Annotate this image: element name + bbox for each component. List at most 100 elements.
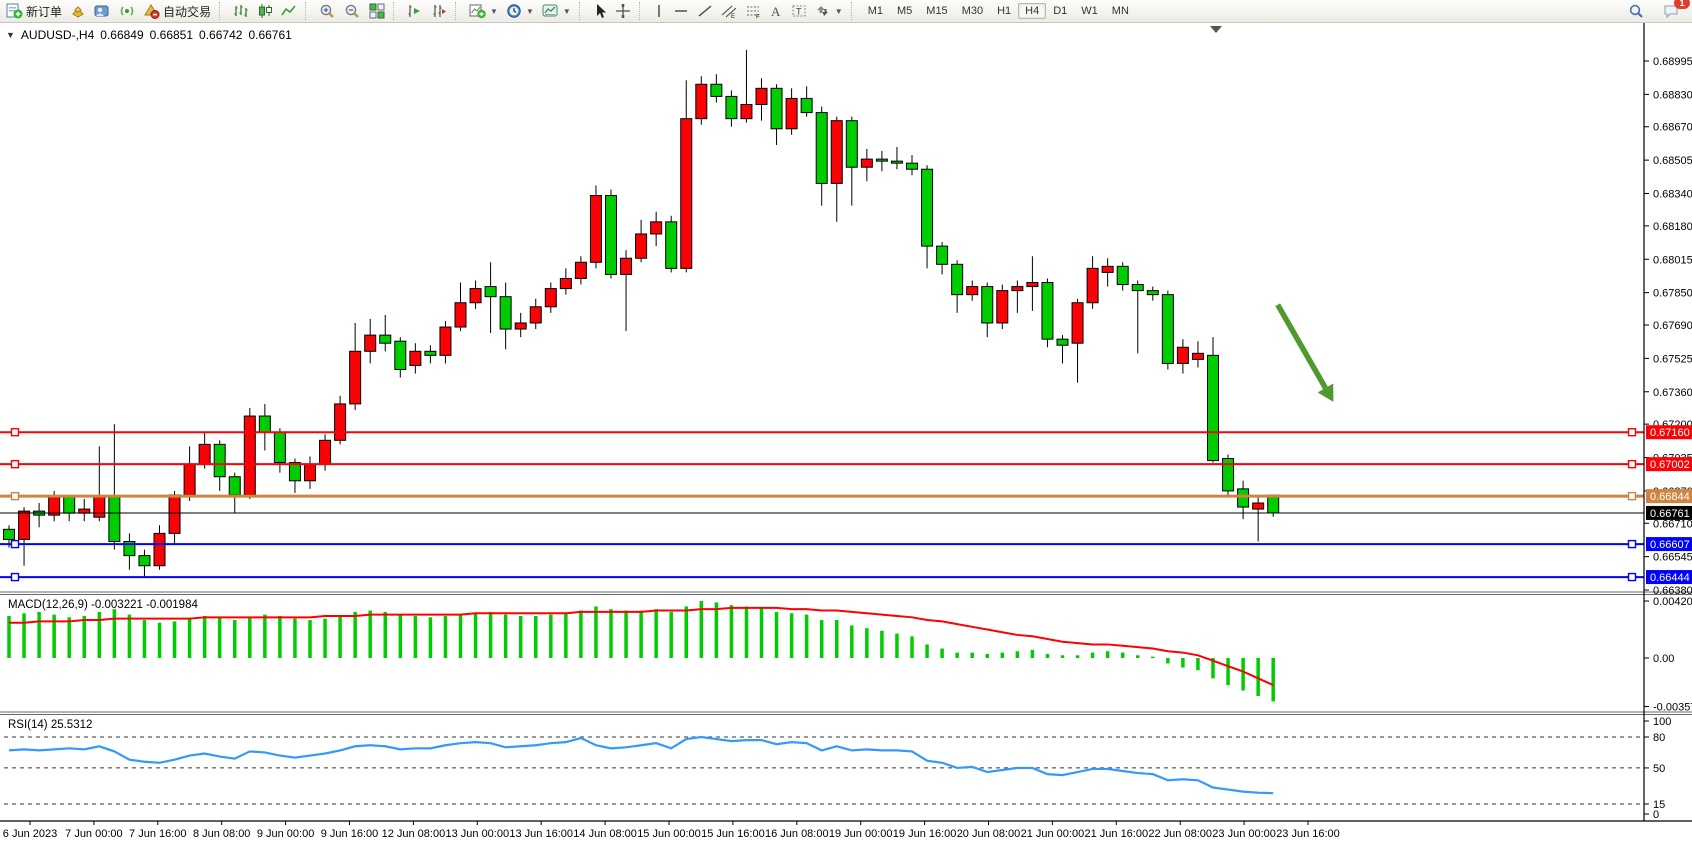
template-button[interactable]: ▼: [538, 1, 575, 21]
candle: [922, 169, 933, 246]
time-axis-label: 22 Jun 08:00: [1148, 828, 1212, 837]
timeframe-button-h4[interactable]: H4: [1018, 3, 1046, 19]
candle: [846, 121, 857, 168]
fibonacci-button[interactable]: F: [741, 1, 765, 21]
hline-icon: [673, 3, 689, 19]
svg-text:0.67360: 0.67360: [1653, 387, 1692, 399]
cursor-button[interactable]: [589, 1, 611, 21]
toolbar-group-insert: ▼ ▼ ▼: [463, 0, 577, 22]
search-button[interactable]: [1624, 1, 1649, 21]
time-axis-label: 19 Jun 16:00: [893, 828, 957, 837]
shapes-button[interactable]: ▼: [811, 1, 847, 21]
svg-text:0.00: 0.00: [1653, 653, 1674, 665]
candle: [1162, 295, 1173, 364]
add-indicator-button[interactable]: ▼: [465, 1, 502, 21]
line-handle[interactable]: [12, 574, 19, 581]
zoom-in-button[interactable]: [315, 1, 340, 21]
horizontal-line-button[interactable]: [669, 1, 693, 21]
line-handle[interactable]: [12, 461, 19, 468]
trendline-button[interactable]: [693, 1, 717, 21]
channel-button[interactable]: E: [717, 1, 741, 21]
period-button[interactable]: ▼: [502, 1, 538, 21]
timeframe-button-w1[interactable]: W1: [1074, 3, 1105, 19]
line-handle[interactable]: [12, 541, 19, 548]
timeframe-button-m30[interactable]: M30: [955, 3, 990, 19]
auto-trading-button[interactable]: 自动交易: [139, 1, 215, 22]
candle: [214, 444, 225, 476]
toolbar-group-trade: 新订单 自动交易: [0, 0, 217, 22]
line-chart-button[interactable]: [277, 1, 301, 21]
candle-chart-icon: [257, 3, 273, 19]
arrange-right-button[interactable]: [427, 1, 451, 21]
timeframe-button-m15[interactable]: M15: [919, 3, 954, 19]
svg-text:0.66710: 0.66710: [1653, 518, 1692, 530]
timeframe-button-mn[interactable]: MN: [1105, 3, 1136, 19]
tile-windows-button[interactable]: [365, 1, 389, 21]
line-handle[interactable]: [12, 493, 19, 500]
timeframe-button-m1[interactable]: M1: [861, 3, 890, 19]
candle: [154, 533, 165, 565]
line-handle[interactable]: [12, 429, 19, 436]
notifications-button[interactable]: 1: [1659, 1, 1684, 21]
toolbar-group-draw: E F A T ▼: [647, 0, 849, 22]
bar-chart-button[interactable]: [229, 1, 253, 21]
chevron-down-icon: ▼: [563, 7, 571, 16]
svg-text:E: E: [731, 14, 735, 19]
line-handle[interactable]: [1629, 493, 1636, 500]
vertical-line-button[interactable]: [649, 1, 669, 21]
line-handle[interactable]: [1629, 541, 1636, 548]
text-button[interactable]: A: [765, 1, 787, 21]
candle: [816, 113, 827, 184]
svg-text:50: 50: [1653, 763, 1665, 775]
market-watch-button[interactable]: [90, 1, 115, 21]
zoom-out-button[interactable]: [340, 1, 365, 21]
gold-button[interactable]: [66, 1, 90, 21]
candle: [485, 287, 496, 297]
tile-windows-icon: [369, 3, 385, 19]
channel-icon: E: [721, 3, 737, 19]
line-handle[interactable]: [1629, 461, 1636, 468]
svg-text:0.66607: 0.66607: [1650, 539, 1690, 551]
rsi-label: RSI(14) 25.5312: [8, 719, 92, 731]
candle-chart-button[interactable]: [253, 1, 277, 21]
timeframe-button-m5[interactable]: M5: [890, 3, 919, 19]
chevron-down-icon[interactable]: ▼: [6, 30, 15, 40]
toolbar-group-chart-types: [227, 0, 303, 22]
timeframe-button-h1[interactable]: H1: [990, 3, 1018, 19]
line-handle[interactable]: [1629, 574, 1636, 581]
candle: [651, 222, 662, 234]
svg-text:0.66761: 0.66761: [1650, 508, 1690, 520]
timeframe-button-d1[interactable]: D1: [1046, 3, 1074, 19]
mt4-window: 新订单 自动交易 ▼ ▼: [0, 0, 1692, 844]
new-order-button[interactable]: 新订单: [2, 1, 66, 22]
candle: [139, 556, 150, 566]
template-icon: [542, 3, 559, 19]
arrange-left-button[interactable]: [403, 1, 427, 21]
candle: [711, 84, 722, 96]
chevron-down-icon: ▼: [526, 7, 534, 16]
time-axis-label: 13 Jun 00:00: [445, 828, 509, 837]
line-handle[interactable]: [1629, 429, 1636, 436]
line-chart-icon: [281, 3, 297, 19]
candle: [1027, 283, 1038, 287]
candle: [410, 351, 421, 365]
crosshair-button[interactable]: [611, 1, 635, 21]
candle: [997, 291, 1008, 323]
candle: [259, 416, 270, 432]
candle: [621, 258, 632, 274]
svg-text:0.68830: 0.68830: [1653, 89, 1692, 101]
time-axis-label: 21 Jun 16:00: [1084, 828, 1148, 837]
candle: [109, 497, 120, 542]
zoom-out-icon: [344, 3, 361, 19]
label-button[interactable]: T: [787, 1, 811, 21]
svg-text:0.67002: 0.67002: [1650, 459, 1690, 471]
price-chart[interactable]: 0.689950.688300.686700.685050.683400.681…: [0, 23, 1692, 837]
symbol-period-label: AUDUSD-,H4: [21, 28, 94, 42]
candle: [1208, 355, 1219, 460]
signal-button[interactable]: [115, 1, 139, 21]
toolbar-separator: [639, 2, 645, 20]
timeframe-toolbar: M1M5M15M30H1H4D1W1MN: [859, 0, 1138, 22]
candle: [952, 264, 963, 294]
fibonacci-icon: F: [745, 3, 761, 19]
chart-window[interactable]: 0.689950.688300.686700.685050.683400.681…: [0, 22, 1692, 837]
